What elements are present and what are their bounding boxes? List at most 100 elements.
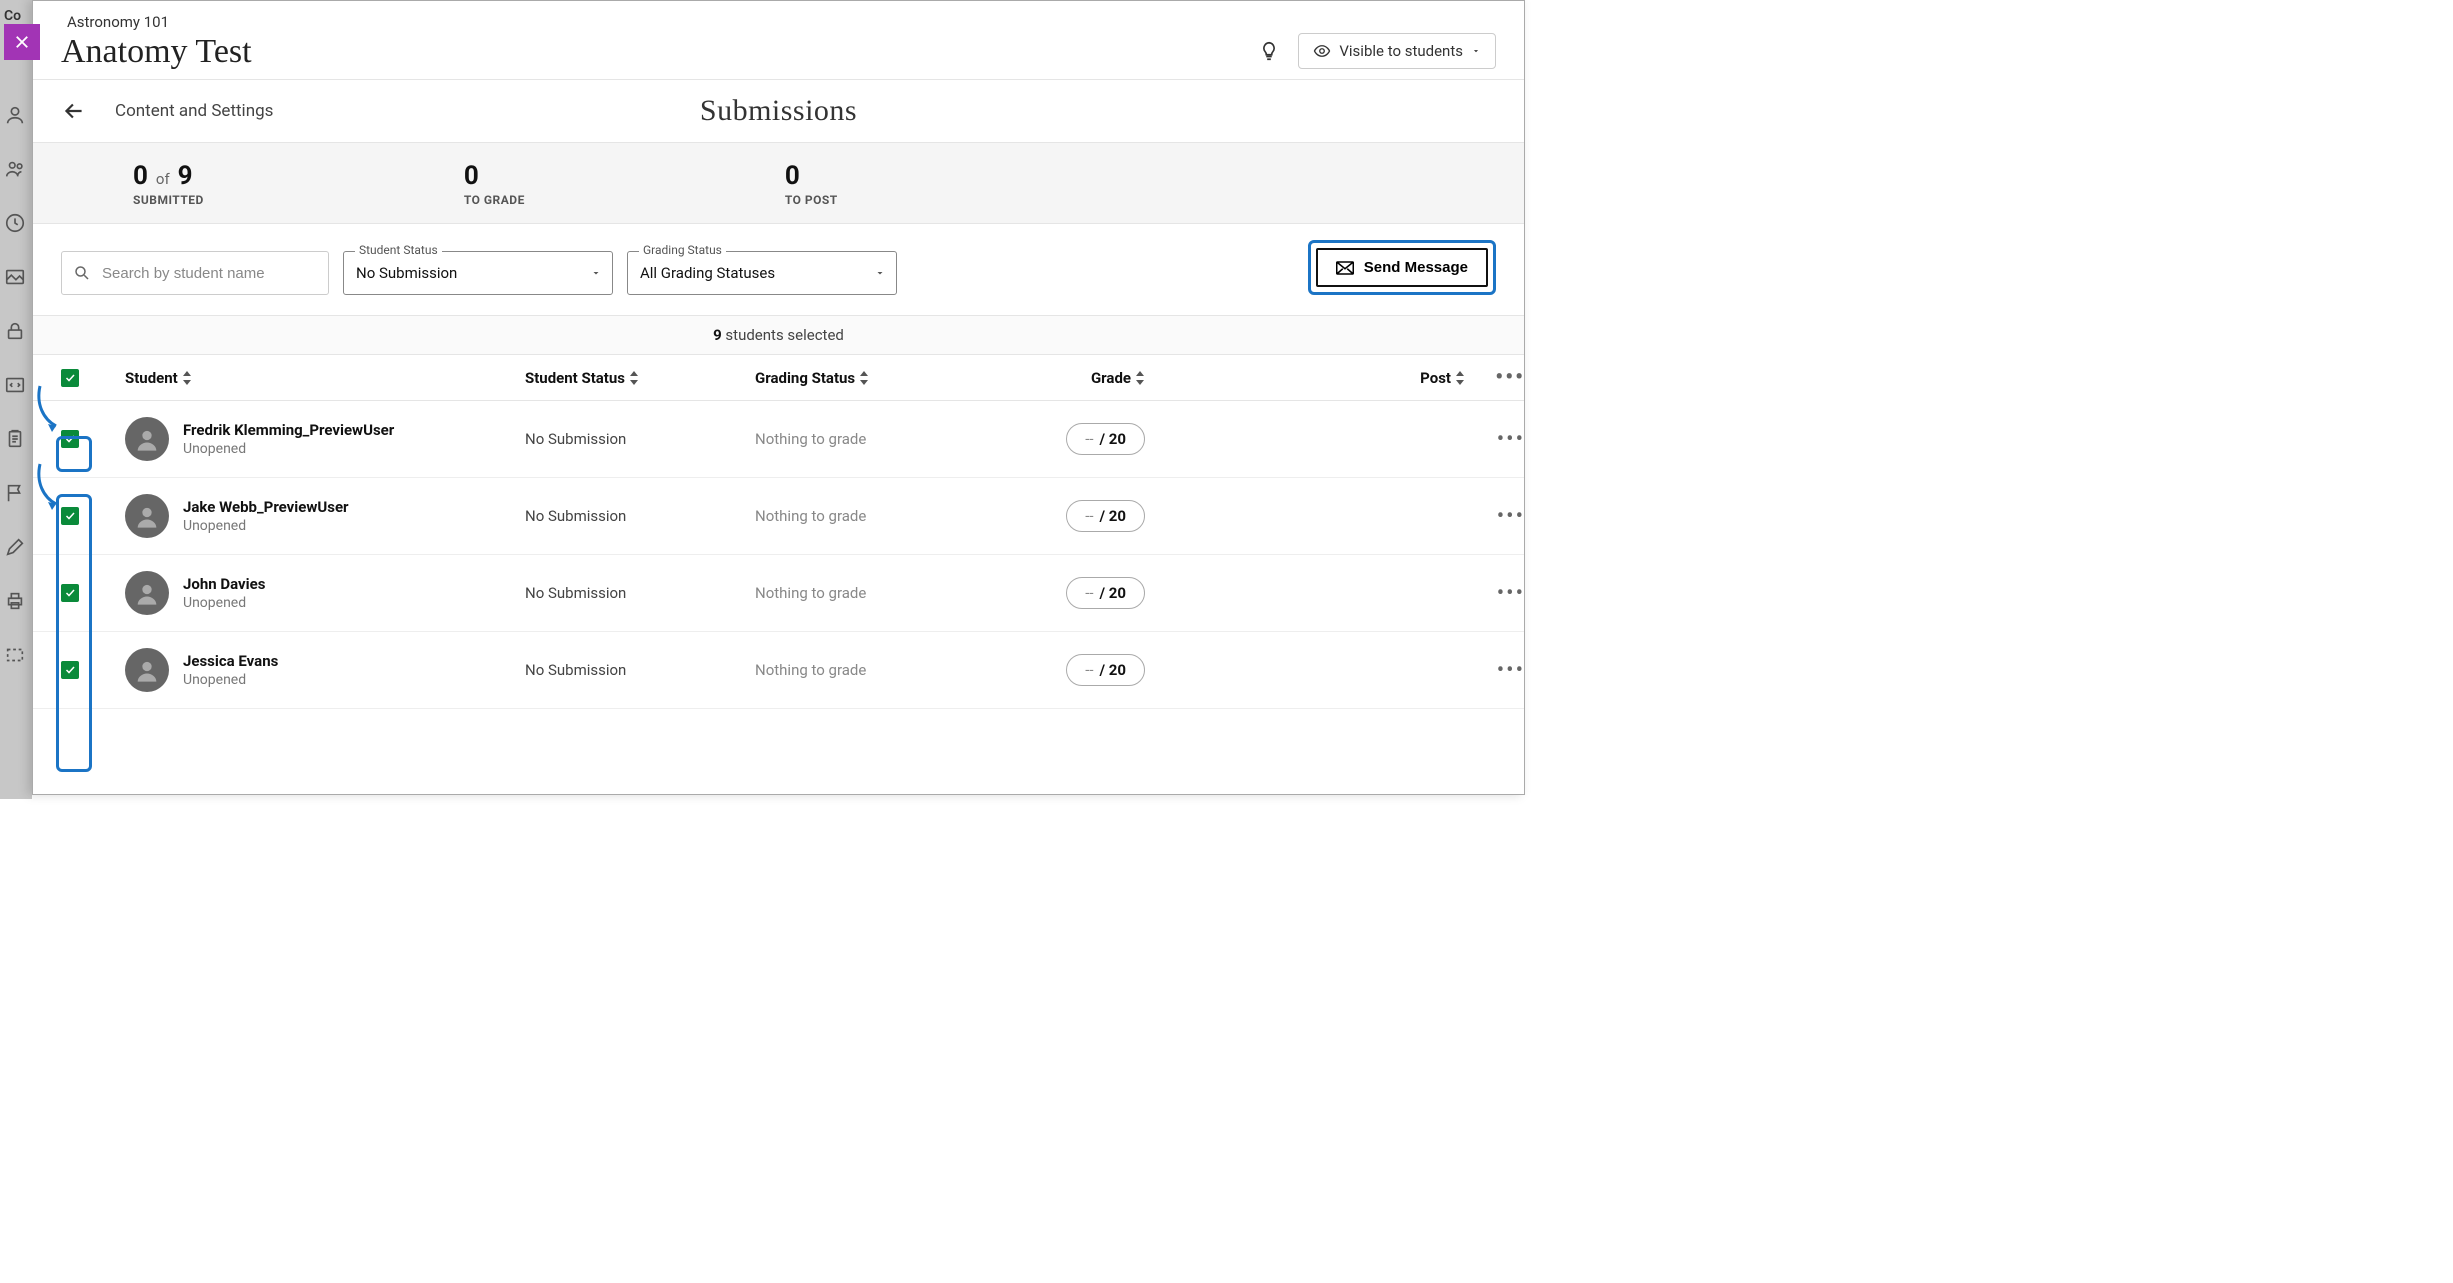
users-icon[interactable]: [4, 158, 26, 180]
row-more-button[interactable]: •••: [1497, 658, 1525, 683]
page-title: Anatomy Test: [61, 33, 252, 71]
visibility-dropdown[interactable]: Visible to students: [1298, 33, 1496, 69]
row-checkbox[interactable]: [61, 661, 79, 679]
col-student-status[interactable]: Student Status: [525, 369, 755, 387]
caret-down-icon: [590, 267, 602, 279]
grading-status-cell: Nothing to grade: [755, 507, 955, 525]
caret-down-icon: [1471, 46, 1481, 56]
grade-input[interactable]: --/ 20: [1066, 577, 1145, 609]
student-status-label: Student Status: [355, 243, 442, 257]
selected-suffix: students selected: [722, 326, 844, 344]
student-name[interactable]: Fredrik Klemming_PreviewUser: [183, 421, 394, 439]
select-all-checkbox[interactable]: [61, 369, 79, 387]
send-message-label: Send Message: [1364, 259, 1468, 276]
row-more-button[interactable]: •••: [1497, 581, 1525, 606]
flag-icon[interactable]: [4, 482, 26, 504]
student-name[interactable]: Jessica Evans: [183, 652, 278, 670]
nav-row: Content and Settings Submissions: [33, 79, 1524, 142]
student-substatus: Unopened: [183, 518, 349, 534]
lightbulb-icon[interactable]: [1258, 40, 1280, 62]
dashed-box-icon[interactable]: [4, 644, 26, 666]
sort-icon: [182, 371, 192, 385]
avatar: [125, 417, 169, 461]
table-header: Student Student Status Grading Status Gr…: [33, 355, 1524, 401]
sort-icon: [1455, 371, 1465, 385]
row-more-button[interactable]: •••: [1497, 504, 1525, 529]
selected-count: 9: [713, 326, 722, 344]
topost-label: TO POST: [785, 193, 838, 207]
row-checkbox[interactable]: [61, 507, 79, 525]
send-message-button[interactable]: Send Message: [1316, 248, 1488, 287]
search-input[interactable]: [61, 251, 329, 295]
grade-input[interactable]: --/ 20: [1066, 500, 1145, 532]
col-grade[interactable]: Grade: [955, 369, 1145, 387]
student-substatus: Unopened: [183, 595, 265, 611]
clock-icon[interactable]: [4, 212, 26, 234]
printer-icon[interactable]: [4, 590, 26, 612]
student-status-filter[interactable]: Student Status No Submission: [343, 251, 613, 295]
panel-header: Astronomy 101 Anatomy Test Visible to st…: [33, 1, 1524, 79]
grading-status-cell: Nothing to grade: [755, 430, 955, 448]
table-row: John Davies Unopened No Submission Nothi…: [33, 555, 1524, 632]
grading-status-filter[interactable]: Grading Status All Grading Statuses: [627, 251, 897, 295]
stat-topost: 0 TO POST: [785, 161, 838, 207]
student-substatus: Unopened: [183, 672, 278, 688]
nav-title: Submissions: [700, 94, 857, 128]
submitted-of: of: [156, 170, 170, 188]
student-status-value: No Submission: [356, 264, 457, 282]
selected-bar: 9 students selected: [33, 315, 1524, 355]
nav-back-label[interactable]: Content and Settings: [115, 101, 273, 121]
header-more-button[interactable]: •••: [1495, 365, 1525, 390]
clipboard-icon[interactable]: [4, 428, 26, 450]
tograde-count: 0: [464, 161, 525, 191]
stat-submitted: 0 of 9 SUBMITTED: [133, 161, 204, 207]
avatar: [125, 494, 169, 538]
grading-status-label: Grading Status: [639, 243, 726, 257]
grade-input[interactable]: --/ 20: [1066, 423, 1145, 455]
table-row: Fredrik Klemming_PreviewUser Unopened No…: [33, 401, 1524, 478]
close-button[interactable]: [4, 24, 40, 60]
student-status-cell: No Submission: [525, 584, 755, 602]
col-post[interactable]: Post: [1145, 369, 1465, 387]
image-icon[interactable]: [4, 266, 26, 288]
student-name[interactable]: John Davies: [183, 575, 265, 593]
avatar: [125, 571, 169, 615]
close-icon: [13, 33, 31, 51]
send-message-highlight: Send Message: [1308, 240, 1496, 295]
back-button[interactable]: [61, 98, 87, 124]
submitted-label: SUBMITTED: [133, 193, 204, 207]
col-student[interactable]: Student: [125, 369, 525, 387]
code-icon[interactable]: [4, 374, 26, 396]
grading-status-value: All Grading Statuses: [640, 264, 775, 282]
pencil-icon[interactable]: [4, 536, 26, 558]
tograde-label: TO GRADE: [464, 193, 525, 207]
submissions-table: Student Student Status Grading Status Gr…: [33, 355, 1524, 709]
avatar: [125, 648, 169, 692]
topost-count: 0: [785, 161, 838, 191]
stats-bar: 0 of 9 SUBMITTED 0 TO GRADE 0 TO POST: [33, 142, 1524, 224]
col-grading-status[interactable]: Grading Status: [755, 369, 955, 387]
caret-down-icon: [874, 267, 886, 279]
table-row: Jessica Evans Unopened No Submission Not…: [33, 632, 1524, 709]
grading-status-cell: Nothing to grade: [755, 584, 955, 602]
student-name[interactable]: Jake Webb_PreviewUser: [183, 498, 349, 516]
row-more-button[interactable]: •••: [1497, 427, 1525, 452]
student-status-cell: No Submission: [525, 661, 755, 679]
main-panel: Astronomy 101 Anatomy Test Visible to st…: [32, 0, 1525, 795]
submitted-total: 9: [178, 161, 193, 191]
user-icon[interactable]: [4, 104, 26, 126]
grade-input[interactable]: --/ 20: [1066, 654, 1145, 686]
lock-icon[interactable]: [4, 320, 26, 342]
row-checkbox[interactable]: [61, 584, 79, 602]
visibility-label: Visible to students: [1339, 42, 1463, 60]
student-status-cell: No Submission: [525, 507, 755, 525]
eye-icon: [1313, 42, 1331, 60]
submitted-count: 0: [133, 161, 148, 191]
stat-tograde: 0 TO GRADE: [464, 161, 525, 207]
breadcrumb[interactable]: Astronomy 101: [67, 13, 252, 31]
grading-status-cell: Nothing to grade: [755, 661, 955, 679]
filters-row: Student Status No Submission Grading Sta…: [33, 224, 1524, 315]
row-checkbox[interactable]: [61, 430, 79, 448]
sort-icon: [629, 371, 639, 385]
search-wrap: [61, 251, 329, 295]
